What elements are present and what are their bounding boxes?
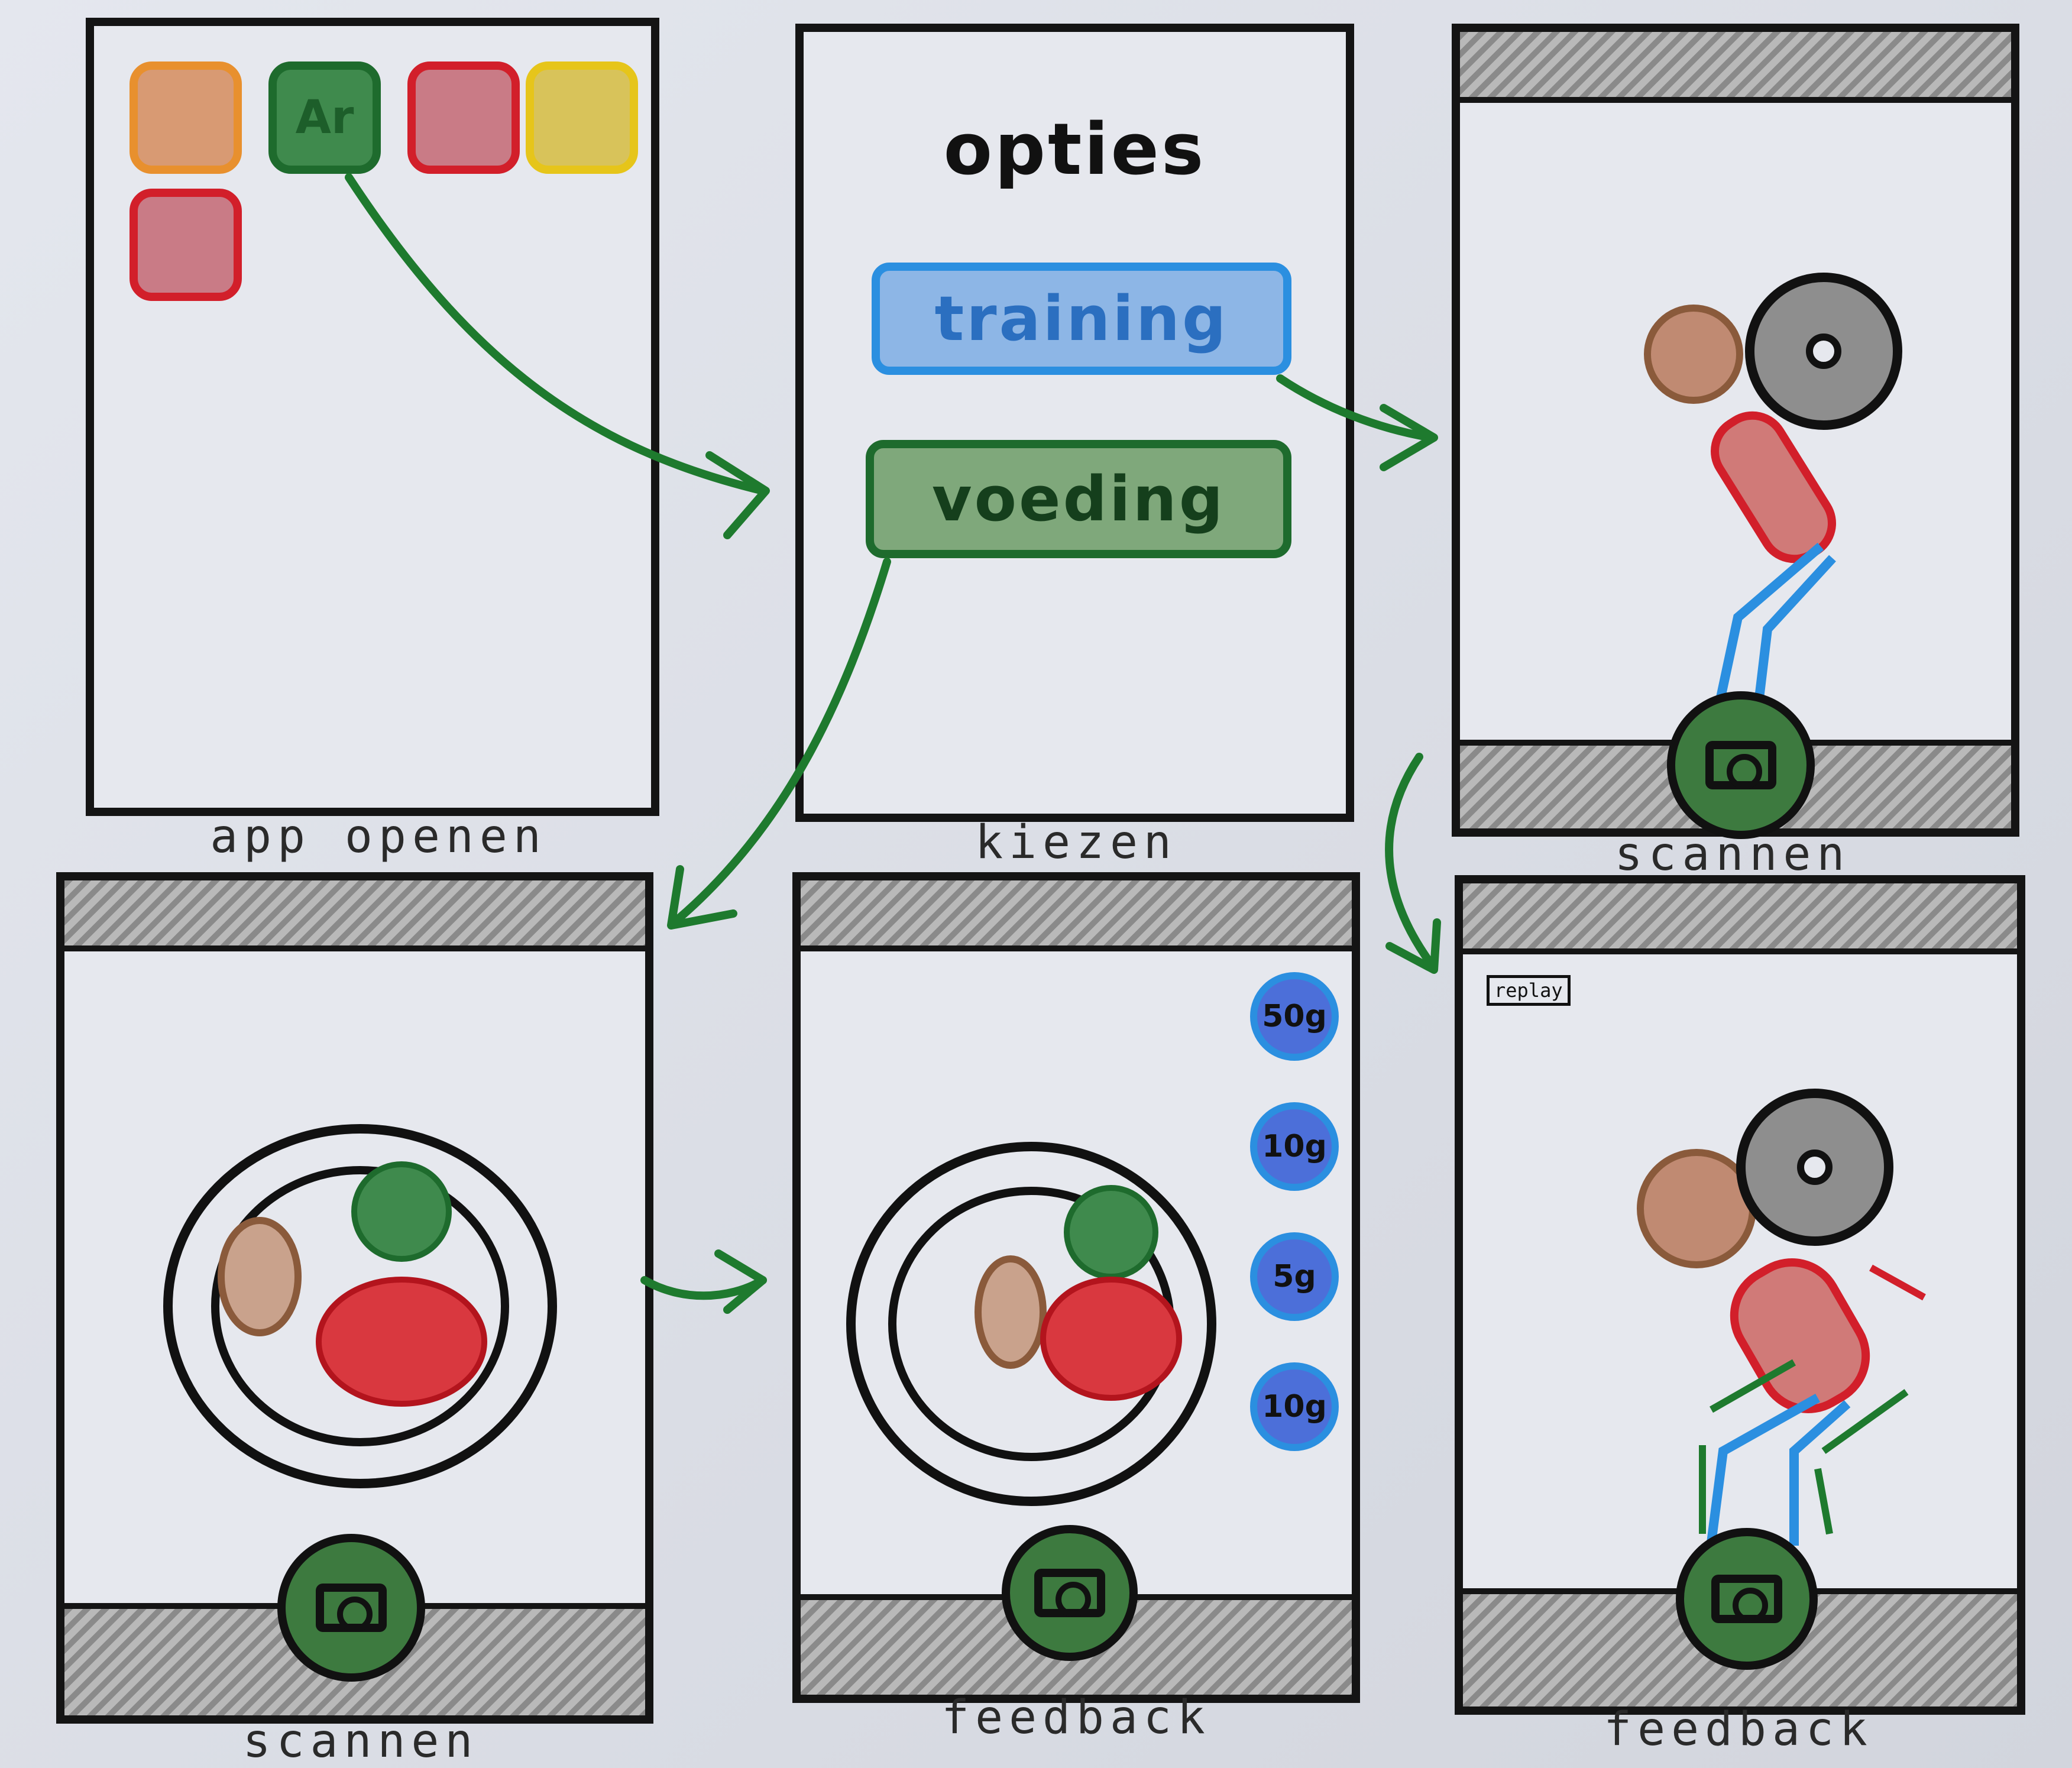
flow-arrow-icon bbox=[670, 558, 891, 927]
flow-arrow-icon bbox=[714, 1249, 767, 1314]
flow-arrow-icon bbox=[345, 173, 767, 495]
flow-arrow-icon bbox=[1276, 374, 1435, 442]
flow-arrow-icon bbox=[705, 451, 770, 539]
flow-arrows bbox=[345, 173, 1441, 1314]
flow-arrow-icon bbox=[1385, 753, 1435, 968]
flow-arrow-icon bbox=[1380, 404, 1438, 471]
